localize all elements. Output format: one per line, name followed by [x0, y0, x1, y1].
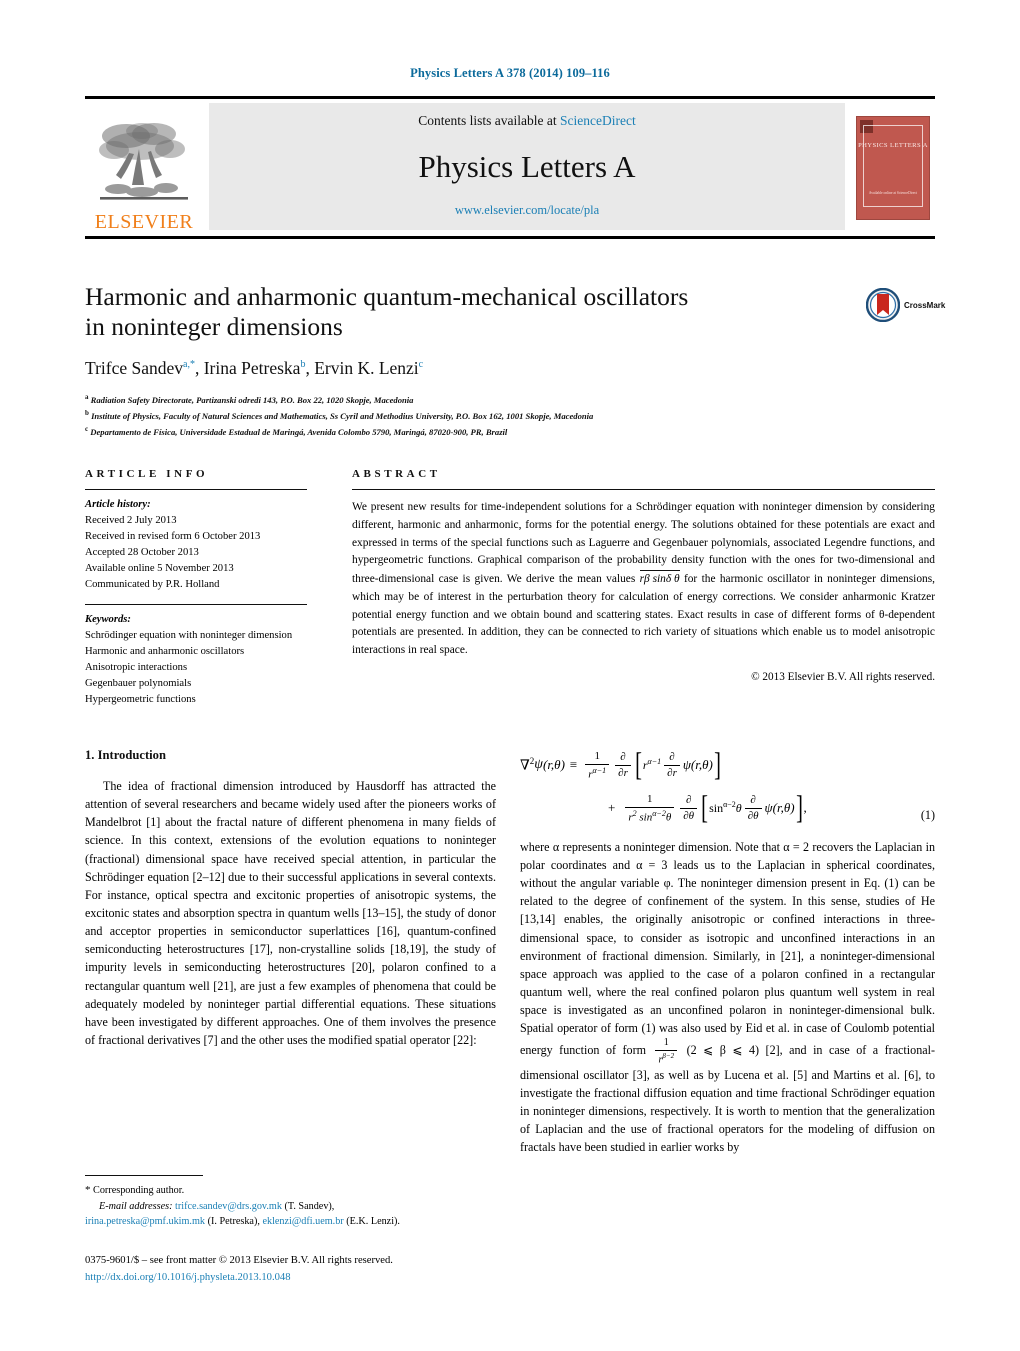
affiliation-item: c Departamento de Física, Universidade E… [85, 424, 855, 440]
author-name: Ervin K. Lenzi [314, 358, 419, 379]
journal-title: Physics Letters A [418, 148, 636, 184]
author-list: Trifce Sandeva,*, Irina Petreskab, Ervin… [85, 358, 424, 379]
history-item: Accepted 28 October 2013 [85, 547, 199, 559]
footnote-block: * Corresponding author. E-mail addresses… [85, 1175, 496, 1230]
affiliation-text: Institute of Physics, Faculty of Natural… [91, 410, 594, 421]
journal-masthead: ELSEVIER Contents lists available at Sci… [85, 96, 935, 239]
crossmark-label: CrossMark [904, 300, 946, 310]
email-link[interactable]: trifce.sandev@drs.gov.mk [175, 1201, 282, 1212]
equation-line-2: + 1 r2 sinα−2θ ∂ ∂θ [ sinα−2θ ∂ ∂θ ψ(r,θ) ]… [608, 789, 807, 826]
history-item: Available online 5 November 2013 [85, 563, 234, 575]
corresponding-author-text: Corresponding author. [93, 1185, 185, 1196]
email-link[interactable]: eklenzi@dfi.uem.br [262, 1216, 343, 1227]
article-info-column: ARTICLE INFO Article history: Received 2… [85, 468, 307, 708]
right-paragraph-part-2: (2 ⩽ β ⩽ 4) [2], and in case of a fracti… [520, 1043, 935, 1155]
email-owner: (E.K. Lenzi). [346, 1216, 400, 1228]
abstract-column: ABSTRACT We present new results for time… [352, 468, 935, 683]
paper-page: Physics Letters A 378 (2014) 109–116 ELS… [0, 0, 1020, 1351]
author-affil-mark[interactable]: b [300, 359, 305, 370]
article-history-block: Article history: Received 2 July 2013 Re… [85, 497, 307, 594]
email-owner: (T. Sandev), [284, 1200, 335, 1212]
affiliation-text: Radiation Safety Directorate, Partizansk… [90, 395, 414, 406]
crossmark-icon[interactable] [866, 288, 900, 322]
author-name: Irina Petreska [203, 358, 301, 379]
keyword-item: Anisotropic interactions [85, 661, 188, 673]
email-owner: (I. Petreska), [207, 1216, 260, 1228]
journal-cover-thumbnail: PHYSICS LETTERS A Available online at Sc… [851, 99, 935, 236]
journal-band: Contents lists available at ScienceDirec… [209, 103, 845, 230]
abstract-mean-value-expression: rβ sinδ θ [639, 570, 680, 589]
article-history-label: Article history: [85, 499, 151, 510]
article-info-body: Article history: Received 2 July 2013 Re… [85, 490, 307, 594]
abstract-heading: ABSTRACT [352, 468, 441, 480]
equation-1: ∇2 ψ (r,θ) ≡ 1 rα−1 ∂ ∂r [ rα−1 ∂ ∂r ψ(r,θ) ]… [520, 746, 935, 826]
cover-subtitle-text: Available online at ScienceDirect [868, 191, 918, 196]
running-head: Physics Letters A 378 (2014) 109–116 [410, 66, 610, 80]
right-paragraph: where α represents a noninteger dimensio… [520, 838, 935, 1157]
keywords-body: Keywords: Schrödinger equation with noni… [85, 605, 307, 709]
journal-homepage-link[interactable]: www.elsevier.com/locate/pla [455, 203, 599, 218]
abstract-text: We present new results for time-independ… [352, 490, 935, 660]
crossmark-badge[interactable]: CrossMark [866, 288, 945, 322]
intro-paragraph: The idea of fractional dimension introdu… [85, 779, 496, 1047]
sciencedirect-link[interactable]: ScienceDirect [560, 113, 636, 128]
body-column-right: ∇2 ψ (r,θ) ≡ 1 rα−1 ∂ ∂r [ rα−1 ∂ ∂r ψ(r,θ) ]… [520, 748, 935, 1156]
contents-prefix: Contents lists available at [418, 113, 560, 128]
keyword-item: Gegenbauer polynomials [85, 677, 192, 689]
imprint-block: 0375-9601/$ – see front matter © 2013 El… [85, 1253, 555, 1287]
title-line-1: Harmonic and anharmonic quantum-mechanic… [85, 282, 689, 311]
equation-line-1: ∇2 ψ (r,θ) ≡ 1 rα−1 ∂ ∂r [ rα−1 ∂ ∂r ψ(r,θ) ] [520, 746, 721, 783]
history-item: Received 2 July 2013 [85, 515, 177, 527]
cover-title-text: PHYSICS LETTERS A [858, 141, 928, 149]
affiliation-mark: b [85, 408, 89, 417]
author-affil-mark[interactable]: c [419, 359, 423, 370]
email-link[interactable]: irina.petreska@pmf.ukim.mk [85, 1216, 205, 1227]
email-line-1: E-mail addresses: trifce.sandev@drs.gov.… [85, 1199, 496, 1215]
email-line-2: irina.petreska@pmf.ukim.mk (I. Petreska)… [85, 1214, 496, 1230]
author-name: Trifce Sandev [85, 358, 184, 379]
keyword-item: Harmonic and anharmonic oscillators [85, 645, 245, 657]
page-title: Harmonic and anharmonic quantum-mechanic… [85, 282, 855, 341]
section-heading-introduction: 1. Introduction [85, 748, 166, 762]
abstract-copyright: © 2013 Elsevier B.V. All rights reserved… [751, 671, 935, 684]
cover-image: PHYSICS LETTERS A Available online at Sc… [856, 115, 930, 220]
affiliation-mark: a [85, 393, 89, 402]
elsevier-logo: ELSEVIER [85, 99, 203, 236]
right-paragraph-part-1: where α represents a noninteger dimensio… [520, 839, 935, 1058]
elsevier-tree-icon [99, 123, 188, 200]
footnote-rule [85, 1175, 203, 1176]
affiliation-list: a Radiation Safety Directorate, Partizan… [85, 392, 855, 439]
affiliation-item: b Institute of Physics, Faculty of Natur… [85, 408, 855, 424]
affiliation-text: Departamento de Física, Universidade Est… [90, 426, 508, 437]
article-info-heading: ARTICLE INFO [85, 468, 209, 480]
contents-available-line: Contents lists available at ScienceDirec… [418, 113, 635, 129]
keyword-item: Schrödinger equation with noninteger dim… [85, 629, 293, 641]
title-block: Harmonic and anharmonic quantum-mechanic… [85, 282, 855, 440]
affiliation-item: a Radiation Safety Directorate, Partizan… [85, 392, 855, 408]
body-column-left: 1. Introduction The idea of fractional d… [85, 748, 496, 1049]
inline-fraction: 1 rβ−2 [655, 1037, 678, 1065]
keyword-item: Hypergeometric functions [85, 694, 196, 706]
email-addresses-label: E-mail addresses: [99, 1200, 173, 1212]
keywords-label: Keywords: [85, 613, 131, 625]
history-item: Communicated by P.R. Holland [85, 579, 220, 591]
elsevier-wordmark: ELSEVIER [94, 211, 194, 233]
corresponding-author-note: * Corresponding author. [85, 1182, 496, 1199]
history-item: Received in revised form 6 October 2013 [85, 531, 261, 543]
doi-link[interactable]: http://dx.doi.org/10.1016/j.physleta.201… [85, 1270, 555, 1287]
affiliation-mark: c [85, 424, 89, 433]
keywords-block: Keywords: Schrödinger equation with noni… [85, 612, 307, 709]
footnote-star-mark: * [85, 1184, 91, 1196]
issn-copyright-line: 0375-9601/$ – see front matter © 2013 El… [85, 1255, 393, 1266]
author-affil-mark[interactable]: a,* [183, 359, 195, 370]
title-line-2: in noninteger dimensions [85, 311, 343, 341]
equation-number: (1) [920, 808, 935, 822]
